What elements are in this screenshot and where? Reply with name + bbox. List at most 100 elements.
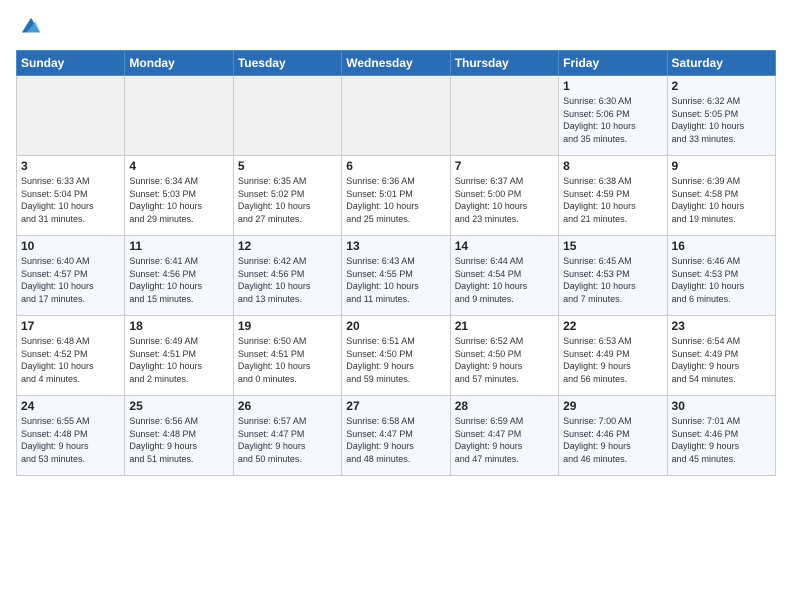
day-info: Sunrise: 6:35 AM Sunset: 5:02 PM Dayligh… (238, 175, 337, 225)
day-number: 25 (129, 399, 228, 413)
day-number: 28 (455, 399, 554, 413)
calendar-cell: 26Sunrise: 6:57 AM Sunset: 4:47 PM Dayli… (233, 396, 341, 476)
logo-icon (20, 16, 42, 38)
calendar-cell: 11 Sunrise: 6:41 AM Sunset: 4:56 PM Dayli… (125, 236, 233, 316)
day-number: 29 (563, 399, 662, 413)
day-number: 3 (21, 159, 120, 173)
calendar-cell: 22 Sunrise: 6:53 AM Sunset: 4:49 PM Dayli… (559, 316, 667, 396)
day-number: 2 (672, 79, 771, 93)
day-info: Sunrise: 6:38 AM Sunset: 4:59 PM Dayligh… (563, 175, 662, 225)
day-info: Sunrise: 6:32 AM Sunset: 5:05 PM Dayligh… (672, 95, 771, 145)
calendar-cell: 13 Sunrise: 6:43 AM Sunset: 4:55 PM Dayli… (342, 236, 450, 316)
day-number: 18 (129, 319, 228, 333)
day-info: Sunrise: 6:44 AM Sunset: 4:54 PM Dayligh… (455, 255, 554, 305)
calendar-header-thursday: Thursday (450, 51, 558, 76)
day-number: 26 (238, 399, 337, 413)
calendar-week-1: 1 Sunrise: 6:30 AM Sunset: 5:06 PM Daylig… (17, 76, 776, 156)
calendar-cell: 6Sunrise: 6:36 AM Sunset: 5:01 PM Daylig… (342, 156, 450, 236)
calendar-cell: 7 Sunrise: 6:37 AM Sunset: 5:00 PM Daylig… (450, 156, 558, 236)
day-number: 7 (455, 159, 554, 173)
calendar-cell: 29 Sunrise: 7:00 AM Sunset: 4:46 PM Dayli… (559, 396, 667, 476)
day-number: 5 (238, 159, 337, 173)
day-info: Sunrise: 6:45 AM Sunset: 4:53 PM Dayligh… (563, 255, 662, 305)
calendar-cell (233, 76, 341, 156)
calendar-cell: 18 Sunrise: 6:49 AM Sunset: 4:51 PM Dayli… (125, 316, 233, 396)
day-info: Sunrise: 7:00 AM Sunset: 4:46 PM Dayligh… (563, 415, 662, 465)
calendar-header-monday: Monday (125, 51, 233, 76)
calendar-cell: 16Sunrise: 6:46 AM Sunset: 4:53 PM Dayli… (667, 236, 775, 316)
calendar-cell: 4Sunrise: 6:34 AM Sunset: 5:03 PM Daylig… (125, 156, 233, 236)
day-info: Sunrise: 6:36 AM Sunset: 5:01 PM Dayligh… (346, 175, 445, 225)
calendar-cell: 19 Sunrise: 6:50 AM Sunset: 4:51 PM Dayli… (233, 316, 341, 396)
calendar-cell: 8 Sunrise: 6:38 AM Sunset: 4:59 PM Daylig… (559, 156, 667, 236)
logo-text (16, 16, 42, 38)
calendar-cell: 12 Sunrise: 6:42 AM Sunset: 4:56 PM Dayli… (233, 236, 341, 316)
calendar-header-saturday: Saturday (667, 51, 775, 76)
calendar-cell: 17 Sunrise: 6:48 AM Sunset: 4:52 PM Dayli… (17, 316, 125, 396)
day-info: Sunrise: 6:55 AM Sunset: 4:48 PM Dayligh… (21, 415, 120, 465)
calendar-table: SundayMondayTuesdayWednesdayThursdayFrid… (16, 50, 776, 476)
day-number: 14 (455, 239, 554, 253)
day-number: 23 (672, 319, 771, 333)
day-info: Sunrise: 6:46 AM Sunset: 4:53 PM Dayligh… (672, 255, 771, 305)
day-info: Sunrise: 6:43 AM Sunset: 4:55 PM Dayligh… (346, 255, 445, 305)
calendar-cell: 28 Sunrise: 6:59 AM Sunset: 4:47 PM Dayli… (450, 396, 558, 476)
day-number: 8 (563, 159, 662, 173)
day-info: Sunrise: 6:59 AM Sunset: 4:47 PM Dayligh… (455, 415, 554, 465)
calendar-cell: 14 Sunrise: 6:44 AM Sunset: 4:54 PM Dayli… (450, 236, 558, 316)
calendar-header-friday: Friday (559, 51, 667, 76)
calendar-cell: 30 Sunrise: 7:01 AM Sunset: 4:46 PM Dayli… (667, 396, 775, 476)
calendar-cell: 5 Sunrise: 6:35 AM Sunset: 5:02 PM Daylig… (233, 156, 341, 236)
day-info: Sunrise: 6:37 AM Sunset: 5:00 PM Dayligh… (455, 175, 554, 225)
day-info: Sunrise: 6:48 AM Sunset: 4:52 PM Dayligh… (21, 335, 120, 385)
calendar-cell (17, 76, 125, 156)
day-info: Sunrise: 7:01 AM Sunset: 4:46 PM Dayligh… (672, 415, 771, 465)
day-info: Sunrise: 6:30 AM Sunset: 5:06 PM Dayligh… (563, 95, 662, 145)
day-number: 11 (129, 239, 228, 253)
day-info: Sunrise: 6:40 AM Sunset: 4:57 PM Dayligh… (21, 255, 120, 305)
calendar-cell (125, 76, 233, 156)
calendar-cell: 2 Sunrise: 6:32 AM Sunset: 5:05 PM Daylig… (667, 76, 775, 156)
day-number: 12 (238, 239, 337, 253)
header (16, 16, 776, 38)
day-info: Sunrise: 6:34 AM Sunset: 5:03 PM Dayligh… (129, 175, 228, 225)
calendar-cell (342, 76, 450, 156)
day-info: Sunrise: 6:54 AM Sunset: 4:49 PM Dayligh… (672, 335, 771, 385)
day-info: Sunrise: 6:50 AM Sunset: 4:51 PM Dayligh… (238, 335, 337, 385)
day-number: 9 (672, 159, 771, 173)
day-info: Sunrise: 6:33 AM Sunset: 5:04 PM Dayligh… (21, 175, 120, 225)
day-info: Sunrise: 6:52 AM Sunset: 4:50 PM Dayligh… (455, 335, 554, 385)
day-number: 10 (21, 239, 120, 253)
calendar-cell: 24 Sunrise: 6:55 AM Sunset: 4:48 PM Dayli… (17, 396, 125, 476)
day-number: 20 (346, 319, 445, 333)
calendar-cell: 10 Sunrise: 6:40 AM Sunset: 4:57 PM Dayli… (17, 236, 125, 316)
calendar-cell: 25Sunrise: 6:56 AM Sunset: 4:48 PM Dayli… (125, 396, 233, 476)
calendar-cell: 9Sunrise: 6:39 AM Sunset: 4:58 PM Daylig… (667, 156, 775, 236)
calendar-week-3: 10 Sunrise: 6:40 AM Sunset: 4:57 PM Dayli… (17, 236, 776, 316)
day-number: 13 (346, 239, 445, 253)
calendar-week-2: 3 Sunrise: 6:33 AM Sunset: 5:04 PM Daylig… (17, 156, 776, 236)
day-number: 30 (672, 399, 771, 413)
logo (16, 16, 42, 38)
day-info: Sunrise: 6:42 AM Sunset: 4:56 PM Dayligh… (238, 255, 337, 305)
calendar-header-wednesday: Wednesday (342, 51, 450, 76)
day-info: Sunrise: 6:53 AM Sunset: 4:49 PM Dayligh… (563, 335, 662, 385)
day-number: 1 (563, 79, 662, 93)
day-number: 15 (563, 239, 662, 253)
day-number: 24 (21, 399, 120, 413)
calendar-week-5: 24 Sunrise: 6:55 AM Sunset: 4:48 PM Dayli… (17, 396, 776, 476)
day-info: Sunrise: 6:41 AM Sunset: 4:56 PM Dayligh… (129, 255, 228, 305)
calendar-cell: 1 Sunrise: 6:30 AM Sunset: 5:06 PM Daylig… (559, 76, 667, 156)
day-number: 17 (21, 319, 120, 333)
day-number: 19 (238, 319, 337, 333)
day-info: Sunrise: 6:51 AM Sunset: 4:50 PM Dayligh… (346, 335, 445, 385)
calendar-header-sunday: Sunday (17, 51, 125, 76)
day-number: 21 (455, 319, 554, 333)
page: SundayMondayTuesdayWednesdayThursdayFrid… (0, 0, 792, 612)
day-number: 22 (563, 319, 662, 333)
calendar-cell: 3 Sunrise: 6:33 AM Sunset: 5:04 PM Daylig… (17, 156, 125, 236)
day-info: Sunrise: 6:49 AM Sunset: 4:51 PM Dayligh… (129, 335, 228, 385)
calendar-cell: 20 Sunrise: 6:51 AM Sunset: 4:50 PM Dayli… (342, 316, 450, 396)
calendar-cell: 15 Sunrise: 6:45 AM Sunset: 4:53 PM Dayli… (559, 236, 667, 316)
calendar-header-tuesday: Tuesday (233, 51, 341, 76)
